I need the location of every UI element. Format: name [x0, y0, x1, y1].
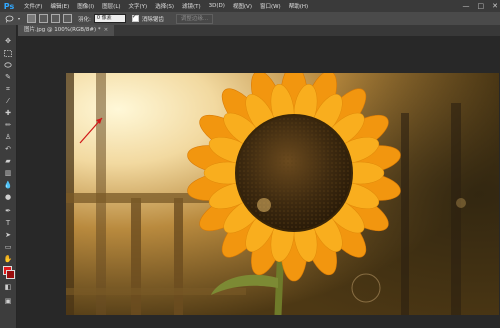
intersect-selection-icon[interactable]: [63, 14, 72, 23]
menu-file[interactable]: 文件(F): [24, 2, 42, 10]
type-icon[interactable]: T: [3, 219, 13, 227]
quick-select-icon[interactable]: ✎: [3, 73, 13, 81]
tools-panel: ✥ ✎ ⌗ ⁄ ✚ ✏ ♙ ↶ ▰ ▥ 💧 ● ✒ T ➤ ▭ ✋ ◧ ▣: [0, 25, 17, 328]
pen-icon[interactable]: ✒: [3, 207, 13, 215]
tab-close-icon[interactable]: ×: [104, 27, 109, 33]
lasso-icon[interactable]: [3, 61, 13, 69]
document-tab-bar: 图片.jpg @ 100%(RGB/8#) * ×: [18, 25, 500, 36]
lasso-tool-icon[interactable]: [4, 14, 14, 23]
dropdown-arrow-icon[interactable]: ▾: [14, 14, 24, 23]
brush-icon[interactable]: ✏: [3, 121, 13, 129]
document-tab[interactable]: 图片.jpg @ 100%(RGB/8#) * ×: [18, 25, 115, 36]
hand-icon[interactable]: ✋: [3, 255, 13, 263]
antialias-checkbox[interactable]: [131, 13, 139, 22]
options-bar: ▾ 羽化: 0 像素 消除锯齿 调整边缘...: [0, 12, 500, 26]
marquee-icon[interactable]: [3, 49, 13, 57]
menu-image[interactable]: 图像(I): [77, 2, 94, 10]
close-icon[interactable]: ✕: [492, 2, 498, 10]
antialias-label: 消除锯齿: [141, 16, 164, 23]
maximize-icon[interactable]: □: [478, 2, 485, 10]
feather-label: 羽化:: [78, 16, 91, 23]
menu-window[interactable]: 窗口(W): [260, 2, 281, 10]
healing-icon[interactable]: ✚: [3, 109, 13, 117]
feather-input[interactable]: 0 像素: [93, 14, 126, 23]
minimize-icon[interactable]: —: [463, 2, 470, 10]
history-brush-icon[interactable]: ↶: [3, 145, 13, 153]
menu-type[interactable]: 文字(Y): [129, 2, 148, 10]
shape-icon[interactable]: ▭: [3, 243, 13, 251]
new-selection-icon[interactable]: [27, 14, 36, 23]
clone-stamp-icon[interactable]: ♙: [3, 133, 13, 141]
crop-icon[interactable]: ⌗: [3, 85, 13, 93]
photoshop-logo: Ps: [3, 1, 15, 11]
subtract-selection-icon[interactable]: [51, 14, 60, 23]
blur-icon[interactable]: 💧: [3, 181, 13, 189]
dodge-icon[interactable]: ●: [3, 193, 13, 201]
menu-3d[interactable]: 3D(D): [209, 3, 225, 9]
eraser-icon[interactable]: ▰: [3, 157, 13, 165]
sunflower-photo[interactable]: [66, 73, 499, 315]
window-controls: — □ ✕: [463, 0, 499, 12]
menu-layer[interactable]: 图层(L): [102, 2, 120, 10]
path-select-icon[interactable]: ➤: [3, 231, 13, 239]
quick-mask-icon[interactable]: ◧: [3, 283, 13, 291]
background-color-swatch[interactable]: [6, 270, 15, 279]
gradient-icon[interactable]: ▥: [3, 169, 13, 177]
menu-filter[interactable]: 滤镜(T): [182, 2, 201, 10]
menu-bar: Ps 文件(F) 编辑(E) 图像(I) 图层(L) 文字(Y) 选择(S) 滤…: [0, 0, 500, 12]
move-icon[interactable]: ✥: [3, 37, 13, 45]
menu-edit[interactable]: 编辑(E): [50, 2, 69, 10]
eyedropper-icon[interactable]: ⁄: [3, 97, 13, 105]
menu-view[interactable]: 视图(V): [233, 2, 252, 10]
add-selection-icon[interactable]: [39, 14, 48, 23]
screen-mode-icon[interactable]: ▣: [3, 297, 13, 305]
sunflower-image: [66, 73, 499, 315]
menu-help[interactable]: 帮助(H): [289, 2, 308, 10]
menu-select[interactable]: 选择(S): [155, 2, 174, 10]
refine-edge-button[interactable]: 调整边缘...: [175, 13, 214, 24]
document-title: 图片.jpg @ 100%(RGB/8#) *: [24, 27, 101, 33]
